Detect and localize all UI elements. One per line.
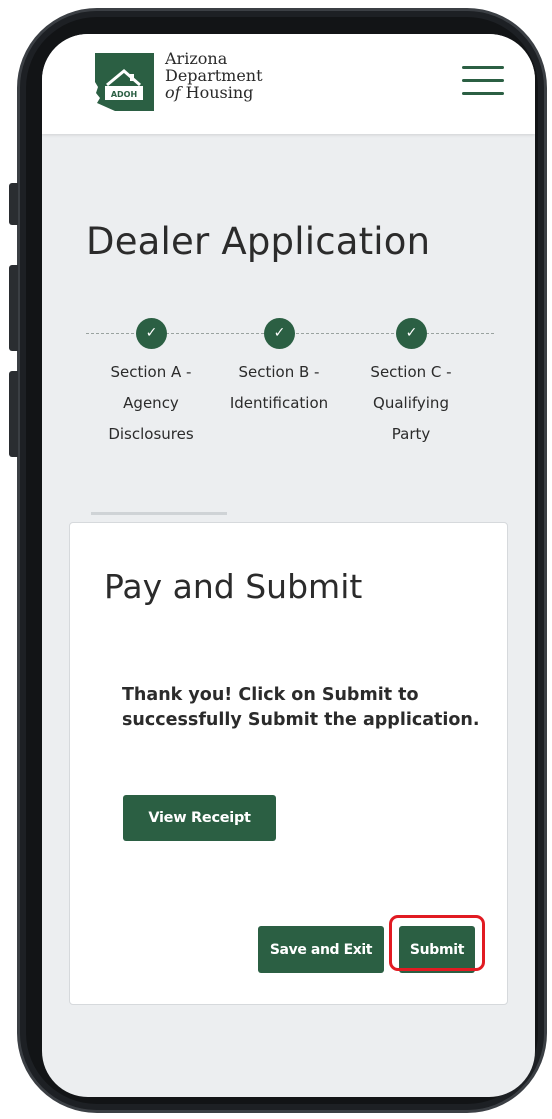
view-receipt-button[interactable]: View Receipt bbox=[123, 795, 276, 841]
page-title: Dealer Application bbox=[86, 220, 431, 263]
agency-name-line2: Department bbox=[165, 66, 263, 85]
phone-mute-switch bbox=[9, 183, 18, 225]
confirmation-message: Thank you! Click on Submit to successful… bbox=[122, 685, 480, 730]
check-icon: ✓ bbox=[264, 318, 295, 349]
step-label: Section C - Qualifying Party bbox=[370, 363, 452, 443]
submit-highlight-box bbox=[389, 915, 485, 971]
phone-volume-down-button bbox=[9, 371, 18, 457]
step-label: Section A - Agency Disclosures bbox=[108, 363, 194, 443]
check-icon: ✓ bbox=[136, 318, 167, 349]
check-icon: ✓ bbox=[396, 318, 427, 349]
adoh-logo-icon[interactable]: ADOH bbox=[93, 51, 156, 113]
hamburger-menu-icon[interactable] bbox=[462, 66, 504, 96]
card-title: Pay and Submit bbox=[104, 567, 363, 606]
phone-volume-up-button bbox=[9, 265, 18, 351]
site-header: ADOH Arizona Department of Housing bbox=[42, 34, 535, 134]
agency-name-line3: of Housing bbox=[165, 83, 254, 102]
logo-abbrev: ADOH bbox=[111, 90, 137, 99]
agency-name-line1: Arizona bbox=[165, 49, 228, 68]
save-and-exit-button[interactable]: Save and Exit bbox=[258, 926, 384, 973]
agency-name[interactable]: Arizona Department of Housing bbox=[165, 50, 263, 101]
section-divider bbox=[91, 512, 227, 515]
step-label: Section B - Identification bbox=[229, 363, 329, 412]
